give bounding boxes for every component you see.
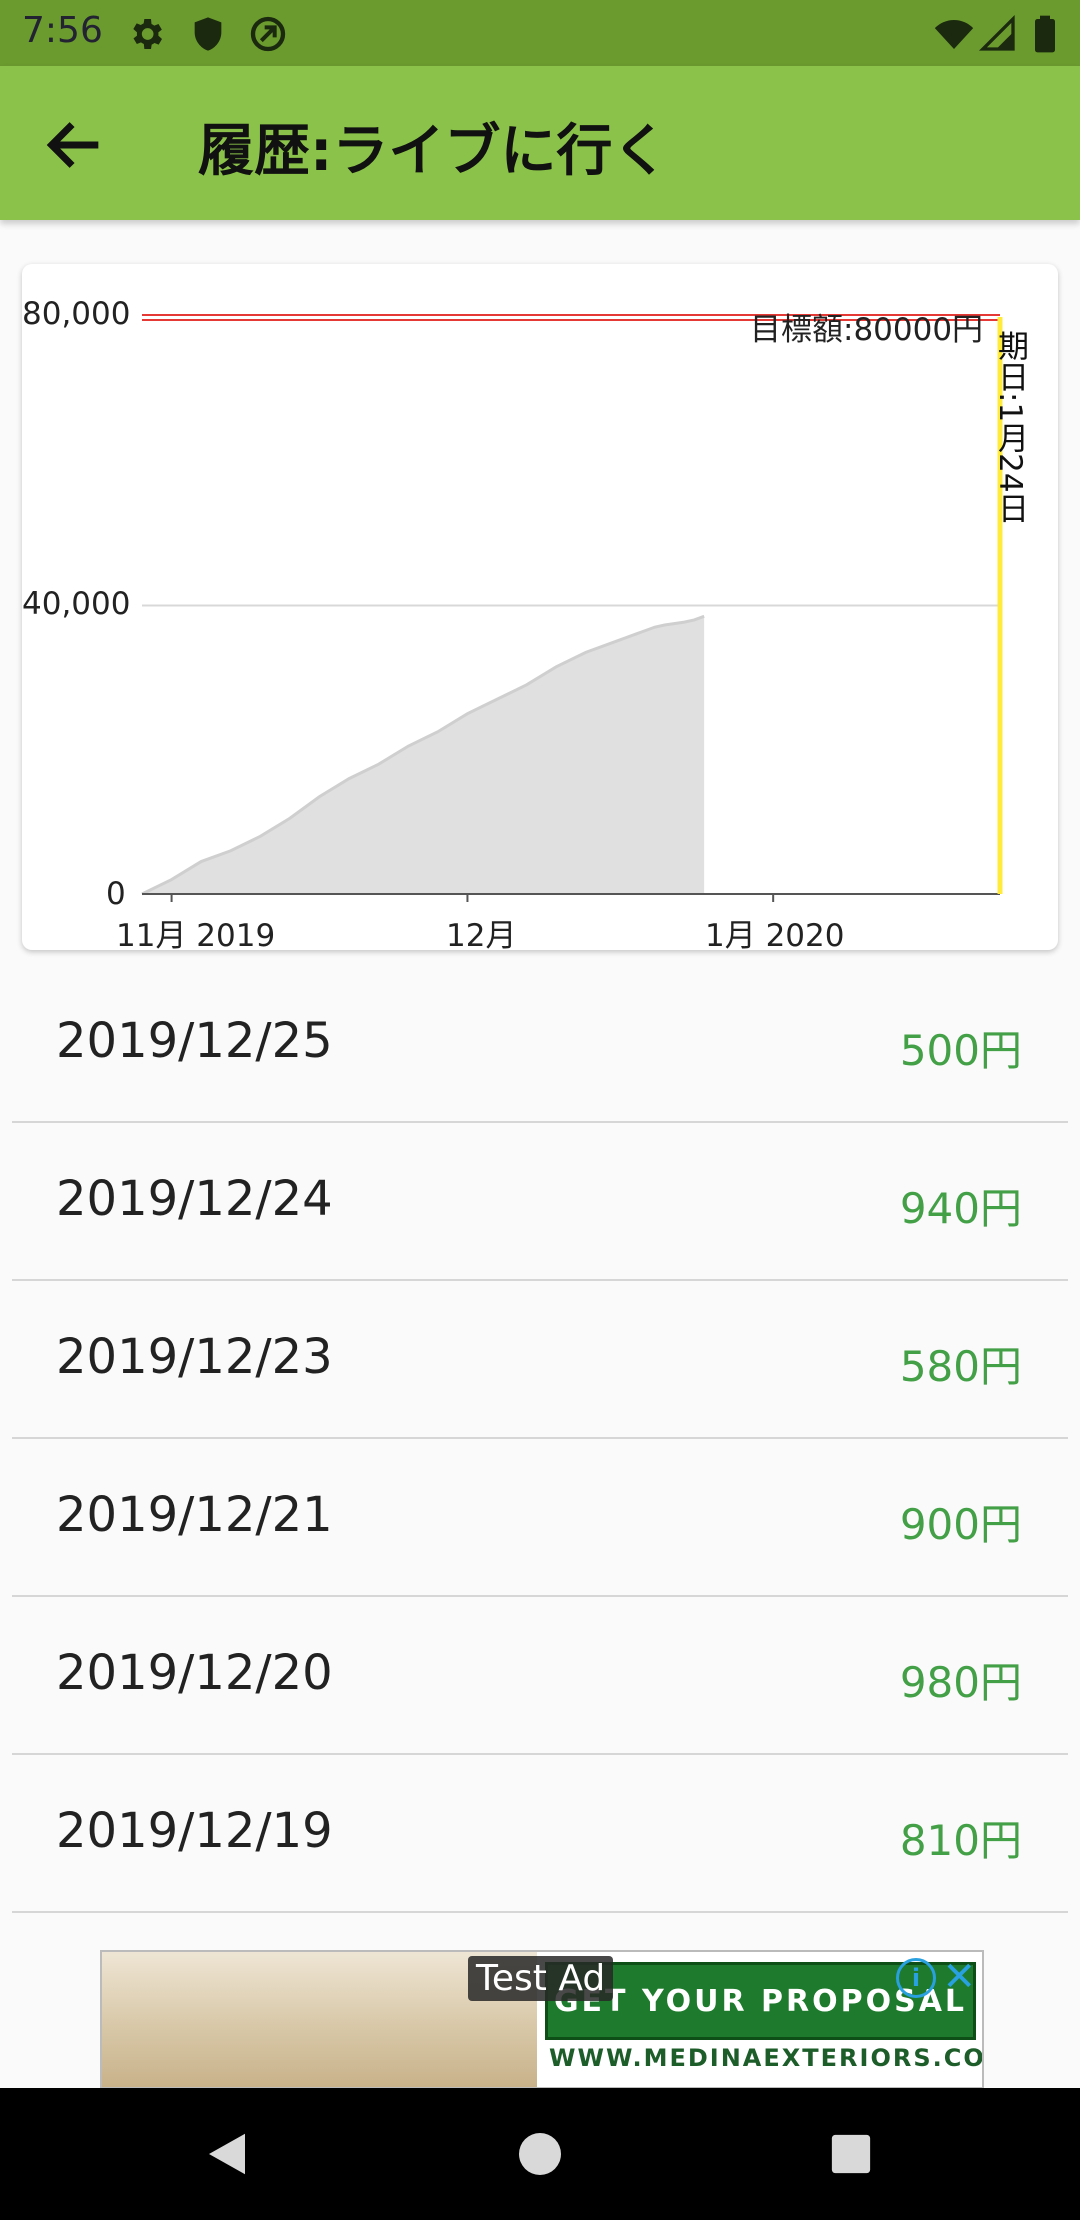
- status-bar: 7:56: [0, 0, 1080, 66]
- home-icon[interactable]: [512, 2124, 568, 2184]
- ad-banner[interactable]: GET YOUR PROPOSAL WWW.MEDINAEXTERIORS.CO…: [100, 1950, 984, 2089]
- sync-icon: [250, 16, 286, 52]
- list-item[interactable]: 2019/12/20 980円: [12, 1597, 1068, 1755]
- history-amount: 980円: [899, 1658, 1022, 1707]
- deadline-label: 期日:1月24日: [992, 330, 1028, 524]
- system-nav-bar: [0, 2088, 1080, 2220]
- savings-chart: [141, 314, 1003, 902]
- history-date: 2019/12/21: [56, 1487, 333, 1543]
- ad-info-icon[interactable]: i: [896, 1958, 936, 1998]
- history-date: 2019/12/24: [56, 1171, 333, 1227]
- history-date: 2019/12/19: [56, 1803, 333, 1859]
- battery-icon: [1035, 15, 1055, 53]
- page-title: 履歴:ライブに行く: [198, 119, 669, 184]
- savings-chart-card: 80,000 40,000 0 11月 2019 12月 1月 2020 目標額…: [22, 264, 1058, 954]
- x-tick-label: 11月 2019: [116, 918, 276, 954]
- list-item[interactable]: 2019/12/23 580円: [12, 1281, 1068, 1439]
- ad-close-icon[interactable]: ✕: [942, 1954, 976, 2000]
- list-item[interactable]: 2019/12/25 500円: [12, 965, 1068, 1123]
- arrow-left-icon[interactable]: [40, 110, 110, 180]
- history-amount: 900円: [899, 1500, 1022, 1549]
- y-tick-label: 0: [106, 876, 126, 912]
- wifi-icon: [934, 20, 974, 49]
- recents-icon[interactable]: [824, 2124, 878, 2184]
- history-date: 2019/12/25: [56, 1013, 333, 1069]
- back-icon[interactable]: [200, 2124, 254, 2184]
- history-amount: 580円: [899, 1342, 1022, 1391]
- status-time: 7:56: [22, 10, 103, 51]
- target-label: 目標額:80000円: [750, 312, 984, 348]
- history-amount: 940円: [899, 1184, 1022, 1233]
- y-tick-label: 40,000: [22, 586, 131, 622]
- list-item[interactable]: 2019/12/21 900円: [12, 1439, 1068, 1597]
- ad-url: WWW.MEDINAEXTERIORS.COM: [549, 2044, 984, 2072]
- app-bar: 履歴:ライブに行く: [0, 66, 1080, 220]
- signal-icon: [978, 14, 1015, 51]
- x-tick-label: 1月 2020: [705, 918, 845, 954]
- history-amount: 500円: [899, 1026, 1022, 1075]
- list-item[interactable]: 2019/12/19 810円: [12, 1755, 1068, 1913]
- list-item[interactable]: 2019/12/24 940円: [12, 1123, 1068, 1281]
- history-date: 2019/12/20: [56, 1645, 333, 1701]
- history-date: 2019/12/23: [56, 1329, 333, 1385]
- x-tick-label: 12月: [446, 918, 517, 954]
- gear-icon: [133, 19, 162, 49]
- shield-icon: [194, 17, 222, 51]
- history-list: 2019/12/25 500円 2019/12/24 940円 2019/12/…: [0, 965, 1080, 1913]
- y-tick-label: 80,000: [22, 296, 131, 332]
- test-ad-label: Test Ad: [468, 1956, 614, 2001]
- history-amount: 810円: [899, 1816, 1022, 1865]
